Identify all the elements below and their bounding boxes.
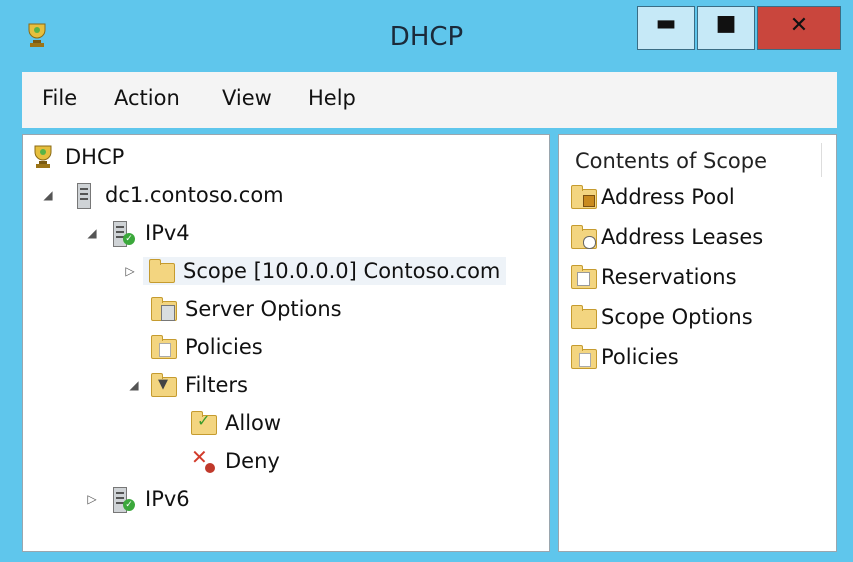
tree-label-allow: Allow <box>225 411 282 435</box>
folder-icon <box>571 305 597 329</box>
maximize-icon: ■ <box>715 11 737 36</box>
list-item-address-leases[interactable]: Address Leases <box>571 221 763 253</box>
selected-scope-item[interactable]: Scope [10.0.0.0] Contoso.com <box>143 257 507 285</box>
close-button[interactable]: ✕ <box>757 6 841 50</box>
tree-label-deny: Deny <box>225 449 280 473</box>
list-label-address-leases: Address Leases <box>601 225 764 249</box>
minimize-icon: ▬ <box>655 11 677 36</box>
tree-node-filters[interactable]: ◢ ▼ Filters <box>127 369 248 401</box>
tree-label-server: dc1.contoso.com <box>105 183 284 207</box>
list-item-address-pool[interactable]: Address Pool <box>571 181 735 213</box>
list-label-scope-options: Scope Options <box>601 305 753 329</box>
tree-node-dhcp[interactable]: DHCP <box>31 141 124 173</box>
tree-label-dhcp: DHCP <box>65 145 125 169</box>
tree-node-allow[interactable]: ✓ Allow <box>191 407 281 439</box>
tree-node-server[interactable]: ◢ dc1.contoso.com <box>41 179 284 211</box>
ipv6-icon: ✓ <box>111 487 135 513</box>
list-label-address-pool: Address Pool <box>601 185 735 209</box>
tree-label-policies: Policies <box>185 335 263 359</box>
dhcp-trophy-icon <box>34 145 52 168</box>
policies-icon <box>151 335 177 359</box>
server-icon <box>71 183 95 209</box>
tree-node-deny[interactable]: ✕ Deny <box>191 445 280 477</box>
folder-icon <box>149 259 175 283</box>
list-item-reservations[interactable]: Reservations <box>571 261 737 293</box>
policies-icon <box>571 345 597 369</box>
reservations-icon <box>571 265 597 289</box>
column-header[interactable]: Contents of Scope <box>567 143 822 177</box>
tree-node-ipv6[interactable]: ▷ ✓ IPv6 <box>85 483 190 515</box>
console-tree-pane[interactable]: DHCP ◢ dc1.contoso.com ◢ ✓ IPv4 ▷ Scope … <box>22 134 550 552</box>
menu-view[interactable]: View <box>222 86 272 110</box>
allow-check-icon: ✓ <box>191 411 217 435</box>
list-label-reservations: Reservations <box>601 265 737 289</box>
tree-label-scope: Scope [10.0.0.0] Contoso.com <box>183 259 501 283</box>
tree-node-policies[interactable]: Policies <box>151 331 263 363</box>
menu-file[interactable]: File <box>42 86 77 110</box>
ipv4-icon: ✓ <box>111 221 135 247</box>
column-header-label: Contents of Scope <box>575 149 768 173</box>
tree-label-ipv4: IPv4 <box>145 221 190 245</box>
collapse-arrow-icon[interactable]: ◢ <box>41 188 55 202</box>
maximize-button[interactable]: ■ <box>697 6 755 50</box>
tree-label-server-options: Server Options <box>185 297 342 321</box>
menu-help[interactable]: Help <box>308 86 356 110</box>
list-label-policies: Policies <box>601 345 679 369</box>
menu-bar: File Action View Help <box>22 72 837 128</box>
address-pool-icon <box>571 185 597 209</box>
title-bar[interactable]: DHCP ▬ ■ ✕ <box>0 0 853 68</box>
list-item-scope-options[interactable]: Scope Options <box>571 301 753 333</box>
menu-action[interactable]: Action <box>114 86 180 110</box>
tree-node-server-options[interactable]: Server Options <box>151 293 342 325</box>
tree-node-scope[interactable]: ▷ Scope [10.0.0.0] Contoso.com <box>123 255 507 287</box>
tree-node-ipv4[interactable]: ◢ ✓ IPv4 <box>85 217 190 249</box>
dhcp-window: DHCP ▬ ■ ✕ File Action View Help DHCP ◢ <box>0 0 853 562</box>
close-icon: ✕ <box>789 13 809 38</box>
tree-label-filters: Filters <box>185 373 248 397</box>
expand-arrow-icon[interactable]: ▷ <box>85 492 99 506</box>
tree-label-ipv6: IPv6 <box>145 487 190 511</box>
server-options-icon <box>151 297 177 321</box>
expand-arrow-icon[interactable]: ▷ <box>123 264 137 278</box>
contents-pane[interactable]: Contents of Scope Address Pool Address L… <box>558 134 837 552</box>
list-item-policies[interactable]: Policies <box>571 341 679 373</box>
filter-icon: ▼ <box>151 373 177 397</box>
address-leases-icon <box>571 225 597 249</box>
deny-x-icon: ✕ <box>191 447 215 473</box>
minimize-button[interactable]: ▬ <box>637 6 695 50</box>
collapse-arrow-icon[interactable]: ◢ <box>85 226 99 240</box>
collapse-arrow-icon[interactable]: ◢ <box>127 378 141 392</box>
